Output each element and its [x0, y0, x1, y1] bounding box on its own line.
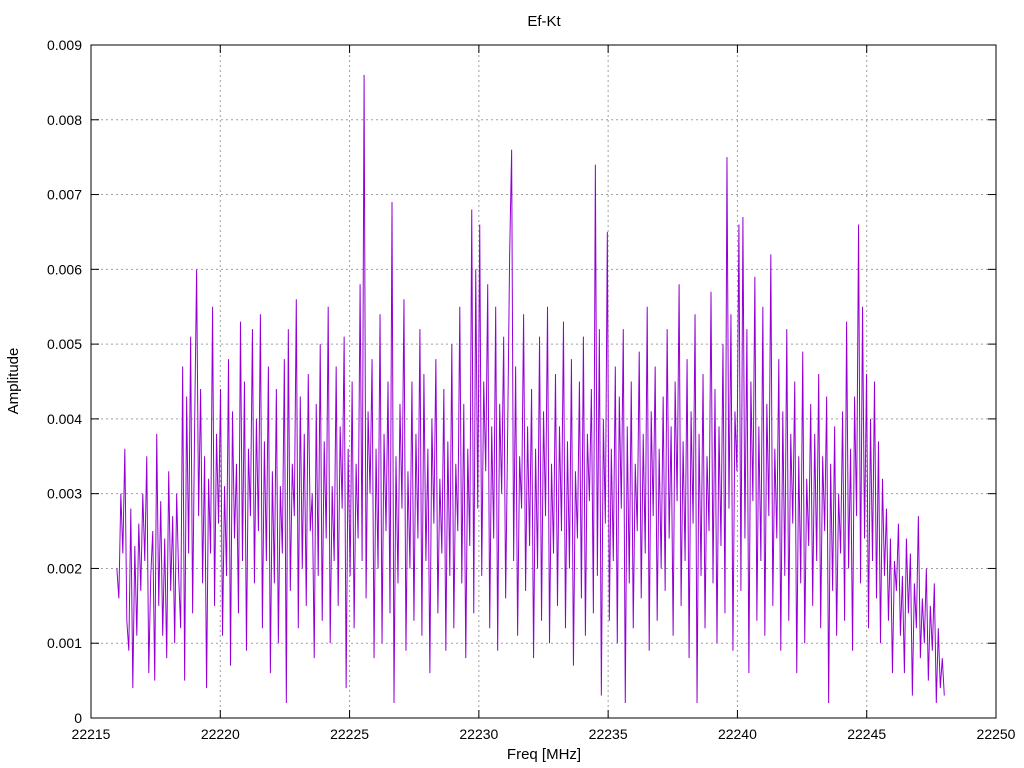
y-tick-label: 0.002: [47, 560, 82, 576]
series-layer: [116, 74, 945, 704]
x-tick-label: 22250: [977, 726, 1016, 742]
y-tick-label: 0.008: [47, 112, 82, 128]
x-tick-label: 22225: [330, 726, 369, 742]
y-tick-label: 0.004: [47, 411, 82, 427]
x-tick-label: 22245: [847, 726, 886, 742]
x-tick-label: 22220: [201, 726, 240, 742]
x-tick-label: 22230: [459, 726, 498, 742]
x-tick-label: 22240: [718, 726, 757, 742]
chart-title: Ef-Kt: [527, 13, 561, 30]
ticks: [90, 44, 997, 719]
x-tick-label: 22215: [72, 726, 111, 742]
y-tick-label: 0.005: [47, 336, 82, 352]
y-tick-label: 0.007: [47, 187, 82, 203]
chart: 22215 22220 22225 22230 22235 22240 22245 22250…: [5, 13, 1016, 763]
y-tick-label: 0: [74, 710, 82, 726]
series-line-0: [116, 74, 945, 704]
x-tick-label: 22235: [589, 726, 628, 742]
y-tick-label: 0.003: [47, 486, 82, 502]
x-axis-label: Freq [MHz]: [507, 746, 581, 763]
y-tick-label: 0.009: [47, 37, 82, 53]
grid: [91, 45, 996, 718]
y-tick-label: 0.006: [47, 261, 82, 277]
y-axis-label: Amplitude: [5, 348, 22, 415]
y-tick-label: 0.001: [47, 635, 82, 651]
plot-frame: [90, 44, 997, 719]
